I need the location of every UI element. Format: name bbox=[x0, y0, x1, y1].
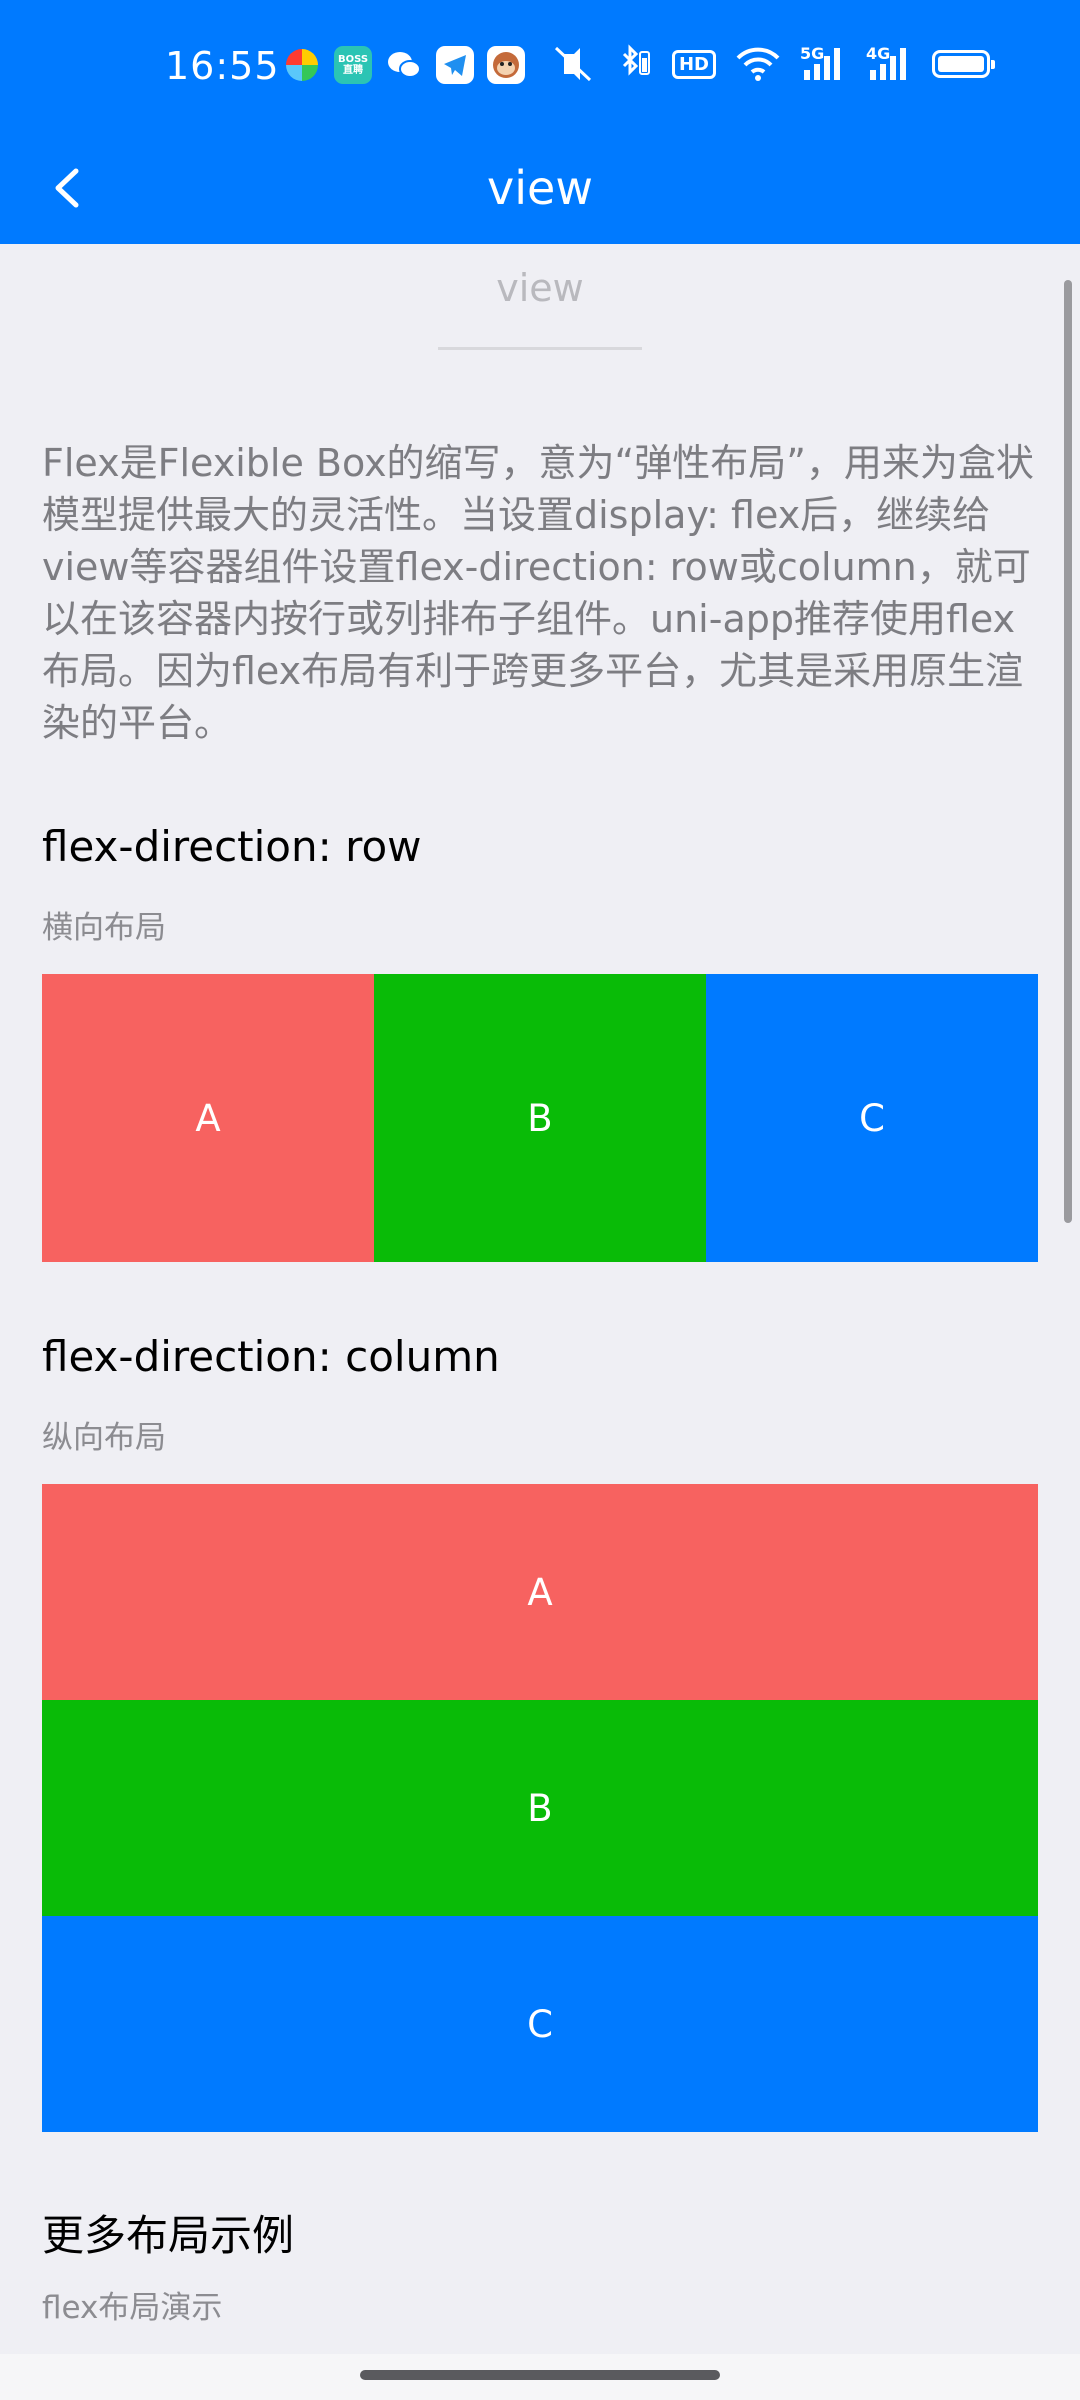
status-time: 16:55 bbox=[165, 44, 280, 88]
description-text: Flex是Flexible Box的缩写，意为“弹性布局”，用来为盒状模型提供最… bbox=[42, 441, 1034, 745]
flex-column-demo: A B C bbox=[42, 1484, 1038, 2132]
page-subtitle: view bbox=[496, 266, 584, 310]
mute-vibrate-icon bbox=[550, 44, 596, 84]
row-cell-a: A bbox=[42, 974, 374, 1262]
row-cell-c: C bbox=[706, 974, 1038, 1262]
wechat-app-icon bbox=[385, 46, 423, 84]
more-section-title[interactable]: 更多布局示例 bbox=[42, 2202, 294, 2263]
home-indicator[interactable] bbox=[360, 2370, 720, 2380]
subtitle-divider bbox=[438, 347, 642, 350]
row-section-title: flex-direction: row bbox=[42, 822, 422, 871]
more-section-subtitle[interactable]: flex布局演示 bbox=[42, 2282, 222, 2327]
column-cell-c: C bbox=[42, 1916, 1038, 2132]
status-bar: 16:55 BOSS 直聘 HD 5G 4G bbox=[0, 0, 1080, 135]
navigation-bar: view bbox=[0, 135, 1080, 244]
telegram-app-icon bbox=[436, 46, 474, 84]
page-content[interactable]: view Flex是Flexible Box的缩写，意为“弹性布局”，用来为盒状… bbox=[0, 244, 1080, 2354]
signal-5g-icon: 5G bbox=[800, 44, 846, 84]
column-cell-a: A bbox=[42, 1484, 1038, 1700]
scrollbar[interactable] bbox=[1064, 280, 1072, 1223]
notification-app-icons: BOSS 直聘 bbox=[283, 46, 525, 84]
column-cell-b: B bbox=[42, 1700, 1038, 1916]
battery-icon bbox=[932, 50, 995, 78]
row-cell-b: B bbox=[374, 974, 706, 1262]
flex-row-demo: A B C bbox=[42, 974, 1038, 1262]
boss-zhipin-app-icon: BOSS 直聘 bbox=[334, 46, 372, 84]
bluetooth-battery-icon bbox=[616, 44, 652, 84]
system-status-icons: HD 5G 4G bbox=[550, 44, 995, 84]
row-section-subtitle: 横向布局 bbox=[42, 910, 166, 946]
column-section-title: flex-direction: column bbox=[42, 1332, 500, 1381]
wifi-icon bbox=[736, 44, 780, 84]
page-title: view bbox=[487, 161, 593, 215]
hd-voice-icon: HD bbox=[671, 49, 716, 79]
column-section-subtitle: 纵向布局 bbox=[42, 1420, 166, 1456]
monkey-app-icon bbox=[487, 46, 525, 84]
pinwheel-app-icon bbox=[283, 46, 321, 84]
gesture-bar bbox=[0, 2354, 1080, 2400]
signal-4g-icon: 4G bbox=[866, 44, 912, 84]
